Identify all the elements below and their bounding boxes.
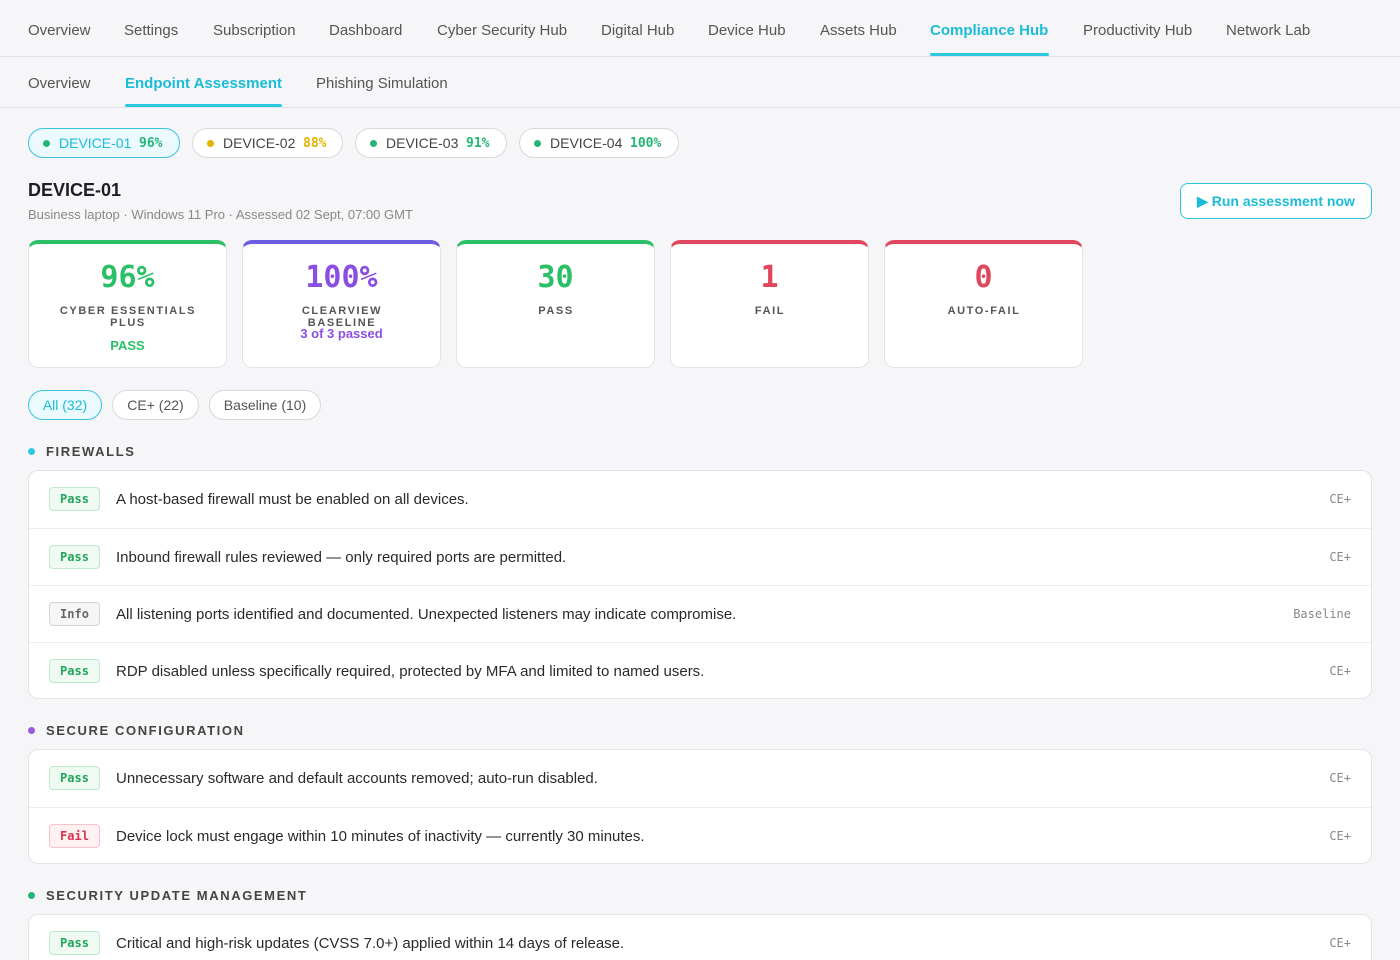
check-scope-tag: Baseline — [1293, 607, 1351, 621]
status-badge: Pass — [49, 931, 100, 955]
card-cyber-essentials-plus: 96% CYBER ESSENTIALS PLUS PASS — [28, 240, 227, 368]
device-chip-device-02[interactable]: DEVICE-02 88% — [192, 128, 343, 158]
check-scope-tag: CE+ — [1329, 550, 1351, 564]
section-dot-icon — [28, 892, 35, 899]
section-dot-icon — [28, 448, 35, 455]
nav-compliance-hub[interactable]: Compliance Hub — [930, 22, 1048, 39]
check-row[interactable]: Fail Device lock must engage within 10 m… — [29, 807, 1371, 863]
status-badge: Pass — [49, 766, 100, 790]
device-chip-label: DEVICE-01 — [59, 135, 132, 151]
card-value: 96% — [100, 260, 155, 295]
status-dot-icon — [370, 140, 377, 147]
check-row[interactable]: Pass A host-based firewall must be enabl… — [29, 471, 1371, 528]
nav-network-lab[interactable]: Network Lab — [1226, 22, 1310, 39]
nav-subscription[interactable]: Subscription — [213, 22, 296, 39]
card-clearview-baseline: 100% CLEARVIEW BASELINE 3 of 3 passed — [242, 240, 441, 368]
sub-nav: Overview Endpoint Assessment Phishing Si… — [0, 57, 1400, 108]
nav-overview[interactable]: Overview — [28, 22, 91, 39]
card-value: 1 — [760, 260, 779, 295]
nav-productivity-hub[interactable]: Productivity Hub — [1083, 22, 1192, 39]
card-pass-count: 30 PASS — [456, 240, 655, 368]
status-badge: Pass — [49, 659, 100, 683]
check-list-security-update-management: Pass Critical and high-risk updates (CVS… — [28, 914, 1372, 960]
check-list-firewalls: Pass A host-based firewall must be enabl… — [28, 470, 1372, 699]
check-scope-tag: CE+ — [1329, 936, 1351, 950]
subnav-phishing-simulation[interactable]: Phishing Simulation — [316, 75, 448, 92]
status-badge: Fail — [49, 824, 100, 848]
check-row[interactable]: Pass Critical and high-risk updates (CVS… — [29, 915, 1371, 960]
nav-assets-hub[interactable]: Assets Hub — [820, 22, 897, 39]
device-subtitle: Business laptop · Windows 11 Pro · Asses… — [28, 207, 413, 222]
status-dot-icon — [207, 140, 214, 147]
check-text: Unnecessary software and default account… — [116, 770, 598, 787]
filter-baseline[interactable]: Baseline (10) — [209, 390, 321, 420]
section-title: SECURITY UPDATE MANAGEMENT — [46, 888, 308, 903]
card-caption: FAIL — [754, 305, 786, 317]
top-nav: Overview Settings Subscription Dashboard… — [0, 0, 1400, 57]
status-dot-icon — [43, 140, 50, 147]
subnav-endpoint-assessment[interactable]: Endpoint Assessment — [125, 75, 282, 92]
device-chip-device-04[interactable]: DEVICE-04 100% — [519, 128, 679, 158]
check-list-secure-configuration: Pass Unnecessary software and default ac… — [28, 749, 1372, 864]
section-title: FIREWALLS — [46, 444, 136, 459]
status-dot-icon — [534, 140, 541, 147]
device-chip-label: DEVICE-02 — [223, 135, 296, 151]
check-text: RDP disabled unless specifically require… — [116, 663, 705, 680]
check-row[interactable]: Pass RDP disabled unless specifically re… — [29, 642, 1371, 698]
nav-settings[interactable]: Settings — [124, 22, 178, 39]
card-value: 0 — [974, 260, 993, 295]
nav-cyber-security-hub[interactable]: Cyber Security Hub — [437, 22, 567, 39]
check-scope-tag: CE+ — [1329, 492, 1351, 506]
card-caption: CYBER ESSENTIALS PLUS — [59, 305, 197, 329]
check-text: Critical and high-risk updates (CVSS 7.0… — [116, 935, 625, 952]
active-subtab-indicator — [125, 104, 282, 107]
check-row[interactable]: Info All listening ports identified and … — [29, 585, 1371, 642]
active-tab-indicator — [930, 53, 1049, 56]
nav-digital-hub[interactable]: Digital Hub — [601, 22, 674, 39]
page-title: DEVICE-01 — [28, 180, 122, 200]
filter-all[interactable]: All (32) — [28, 390, 102, 420]
device-chip-score: 91% — [466, 136, 490, 151]
status-badge: Info — [49, 602, 100, 626]
status-badge: Pass — [49, 545, 100, 569]
check-scope-tag: CE+ — [1329, 664, 1351, 678]
device-chip-label: DEVICE-04 — [550, 135, 623, 151]
section-dot-icon — [28, 727, 35, 734]
device-chip-score: 88% — [303, 136, 327, 151]
device-chip-score: 100% — [630, 136, 662, 151]
device-chip-score: 96% — [139, 136, 163, 151]
card-value: 30 — [537, 260, 574, 295]
card-caption: AUTO-FAIL — [947, 305, 1021, 317]
check-text: Device lock must engage within 10 minute… — [116, 828, 645, 845]
card-caption: PASS — [538, 305, 574, 317]
card-status: 3 of 3 passed — [300, 326, 383, 341]
filter-ce-plus[interactable]: CE+ (22) — [112, 390, 199, 420]
check-row[interactable]: Pass Unnecessary software and default ac… — [29, 750, 1371, 807]
nav-dashboard[interactable]: Dashboard — [329, 22, 402, 39]
card-value: 100% — [305, 260, 378, 295]
device-chip-device-01[interactable]: DEVICE-01 96% — [28, 128, 180, 158]
card-fail-count: 1 FAIL — [670, 240, 869, 368]
check-scope-tag: CE+ — [1329, 771, 1351, 785]
check-text: Inbound firewall rules reviewed — only r… — [116, 549, 567, 566]
check-row[interactable]: Pass Inbound firewall rules reviewed — o… — [29, 528, 1371, 585]
status-badge: Pass — [49, 487, 100, 511]
card-status: PASS — [110, 338, 145, 353]
nav-device-hub[interactable]: Device Hub — [708, 22, 786, 39]
check-text: All listening ports identified and docum… — [116, 606, 737, 623]
card-auto-fail-count: 0 AUTO-FAIL — [884, 240, 1083, 368]
device-chip-device-03[interactable]: DEVICE-03 91% — [355, 128, 507, 158]
section-title: SECURE CONFIGURATION — [46, 723, 245, 738]
run-assessment-button[interactable]: ▶ Run assessment now — [1180, 183, 1372, 219]
check-scope-tag: CE+ — [1329, 829, 1351, 843]
check-text: A host-based firewall must be enabled on… — [116, 491, 469, 508]
subnav-overview[interactable]: Overview — [28, 75, 91, 92]
device-chip-label: DEVICE-03 — [386, 135, 459, 151]
